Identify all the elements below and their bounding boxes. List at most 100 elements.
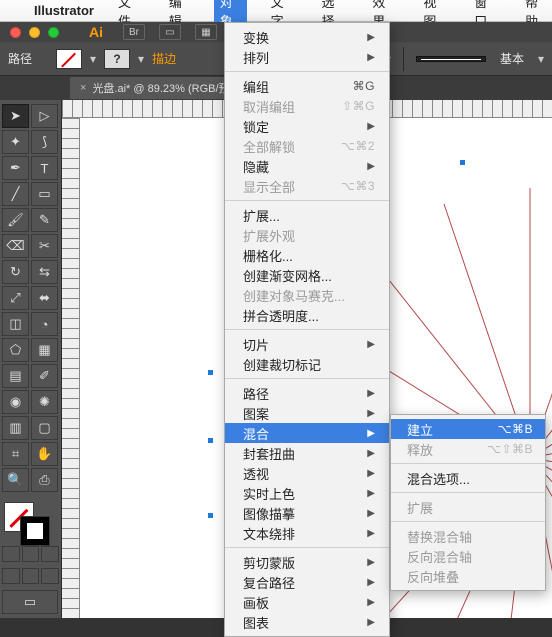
object-menu-item[interactable]: 创建渐变网格...	[225, 265, 389, 285]
object-menu-item[interactable]: 切片▶	[225, 334, 389, 354]
menu-item-label: 建立	[407, 420, 433, 439]
object-menu-item[interactable]: 栅格化...	[225, 245, 389, 265]
none-mode-icon[interactable]	[41, 546, 59, 562]
gradient-mode-icon[interactable]	[22, 546, 40, 562]
object-menu-item[interactable]: 锁定▶	[225, 116, 389, 136]
scissors-tool-icon[interactable]: ✂	[31, 234, 58, 258]
submenu-arrow-icon: ▶	[367, 32, 375, 43]
arrange-docs-icon[interactable]: ▭	[159, 24, 181, 40]
blend-submenu: 建立⌥⌘B释放⌥⇧⌘B混合选项...扩展替换混合轴反向混合轴反向堆叠	[390, 414, 546, 591]
pen-tool-icon[interactable]: ✒	[2, 156, 29, 180]
menu-item-label: 混合	[243, 424, 269, 443]
rectangle-tool-icon[interactable]: ▭	[31, 182, 58, 206]
perspective-tool-icon[interactable]: ⬠	[2, 338, 29, 362]
close-tab-icon[interactable]: ×	[80, 82, 86, 94]
submenu-arrow-icon: ▶	[367, 508, 375, 519]
object-menu-item[interactable]: 图表▶	[225, 612, 389, 632]
mesh-tool-icon[interactable]: ▦	[31, 338, 58, 362]
selection-handle[interactable]	[208, 370, 213, 375]
app-name[interactable]: Illustrator	[34, 3, 94, 18]
submenu-arrow-icon: ▶	[367, 557, 375, 568]
submenu-arrow-icon: ▶	[367, 408, 375, 419]
object-menu-item[interactable]: 编组⌘G	[225, 76, 389, 96]
draw-inside-icon[interactable]	[41, 568, 59, 584]
menu-separator	[391, 492, 545, 493]
menu-item-label: 变换	[243, 28, 269, 47]
line-tool-icon[interactable]: ╱	[2, 182, 29, 206]
reflect-tool-icon[interactable]: ⇆	[31, 260, 58, 284]
object-menu-item[interactable]: 复合路径▶	[225, 572, 389, 592]
object-menu-item[interactable]: 变换 ▶	[225, 27, 389, 47]
object-menu-item: 取消编组 ⇧⌘G	[225, 96, 389, 116]
menu-item-label: 扩展外观	[243, 226, 295, 245]
draw-behind-icon[interactable]	[22, 568, 40, 584]
object-menu-item[interactable]: 隐藏▶	[225, 156, 389, 176]
object-menu-item[interactable]: 实时上色▶	[225, 483, 389, 503]
color-mode-icon[interactable]	[2, 546, 20, 562]
object-menu-item[interactable]: 文本绕排▶	[225, 523, 389, 543]
object-menu-item[interactable]: 排列▶	[225, 47, 389, 67]
zoom-tool-icon[interactable]: 🔍	[2, 468, 29, 492]
paintbrush-tool-icon[interactable]: 🖌	[2, 208, 29, 232]
menu-item-shortcut: ⇧⌘G	[342, 99, 375, 113]
eyedropper-tool-icon[interactable]: ✐	[31, 364, 58, 388]
submenu-arrow-icon: ▶	[367, 528, 375, 539]
width-tool-icon[interactable]: ⬌	[31, 286, 58, 310]
help-icon[interactable]: ?	[104, 49, 130, 69]
object-menu-item[interactable]: 混合▶	[225, 423, 389, 443]
object-menu-item[interactable]: 创建裁切标记	[225, 354, 389, 374]
gradient-tool-icon[interactable]: ▤	[2, 364, 29, 388]
object-menu-item[interactable]: 剪切蒙版▶	[225, 552, 389, 572]
menu-separator	[391, 521, 545, 522]
brush-basic-label: 基本	[490, 48, 534, 69]
artboard-tool-icon[interactable]: ▢	[31, 416, 58, 440]
selection-handle[interactable]	[208, 438, 213, 443]
gpu-icon[interactable]: ▦	[195, 24, 217, 40]
blend-tool-icon[interactable]: ◉	[2, 390, 29, 414]
stroke-color-swatch[interactable]	[20, 516, 50, 546]
scale-tool-icon[interactable]: ⤢	[2, 286, 29, 310]
close-window-icon[interactable]	[10, 27, 21, 38]
object-menu-item[interactable]: 拼合透明度...	[225, 305, 389, 325]
menu-item-label: 取消编组	[243, 97, 295, 116]
slice-tool-icon[interactable]: ⌗	[2, 442, 29, 466]
menu-item-label: 复合路径	[243, 573, 295, 592]
fill-swatch[interactable]	[56, 49, 82, 69]
draw-normal-icon[interactable]	[2, 568, 20, 584]
document-tab[interactable]: × 光盘.ai* @ 89.23% (RGB/预	[70, 77, 240, 99]
object-menu-item[interactable]: 透视▶	[225, 463, 389, 483]
brush-select[interactable]: 基本 ▾	[416, 48, 544, 69]
direct-selection-tool-icon[interactable]: ▷	[31, 104, 58, 128]
lasso-tool-icon[interactable]: ⟆	[31, 130, 58, 154]
symbol-sprayer-tool-icon[interactable]: ✺	[31, 390, 58, 414]
ruler-vertical[interactable]	[62, 118, 80, 618]
screen-mode-icon[interactable]: ▭	[2, 590, 58, 614]
print-tiling-tool-icon[interactable]: ⎙	[31, 468, 58, 492]
object-menu-item[interactable]: 图案▶	[225, 403, 389, 423]
object-menu-item[interactable]: 封套扭曲▶	[225, 443, 389, 463]
selection-handle[interactable]	[208, 513, 213, 518]
menu-item-label: 释放	[407, 440, 433, 459]
hand-tool-icon[interactable]: ✋	[31, 442, 58, 466]
object-menu-item[interactable]: 扩展...	[225, 205, 389, 225]
workspace-icon[interactable]: Br	[123, 24, 145, 40]
blend-submenu-item[interactable]: 混合选项...	[391, 468, 545, 488]
type-tool-icon[interactable]: T	[31, 156, 58, 180]
pencil-tool-icon[interactable]: ✎	[31, 208, 58, 232]
free-transform-tool-icon[interactable]: ◫	[2, 312, 29, 336]
zoom-window-icon[interactable]	[48, 27, 59, 38]
minimize-window-icon[interactable]	[29, 27, 40, 38]
column-graph-tool-icon[interactable]: ▥	[2, 416, 29, 440]
selection-handle[interactable]	[460, 160, 465, 165]
rotate-tool-icon[interactable]: ↻	[2, 260, 29, 284]
eraser-tool-icon[interactable]: ⌫	[2, 234, 29, 258]
object-menu-item[interactable]: 图像描摹▶	[225, 503, 389, 523]
menu-item-shortcut: ⌥⌘3	[341, 179, 375, 193]
selection-tool-icon[interactable]: ➤	[2, 104, 29, 128]
object-menu-item[interactable]: 路径▶	[225, 383, 389, 403]
object-menu-item[interactable]: 画板▶	[225, 592, 389, 612]
magic-wand-tool-icon[interactable]: ✦	[2, 130, 29, 154]
stroke-label[interactable]: 描边	[152, 50, 176, 67]
shape-builder-tool-icon[interactable]: ◔	[31, 312, 58, 336]
blend-submenu-item[interactable]: 建立⌥⌘B	[391, 419, 545, 439]
